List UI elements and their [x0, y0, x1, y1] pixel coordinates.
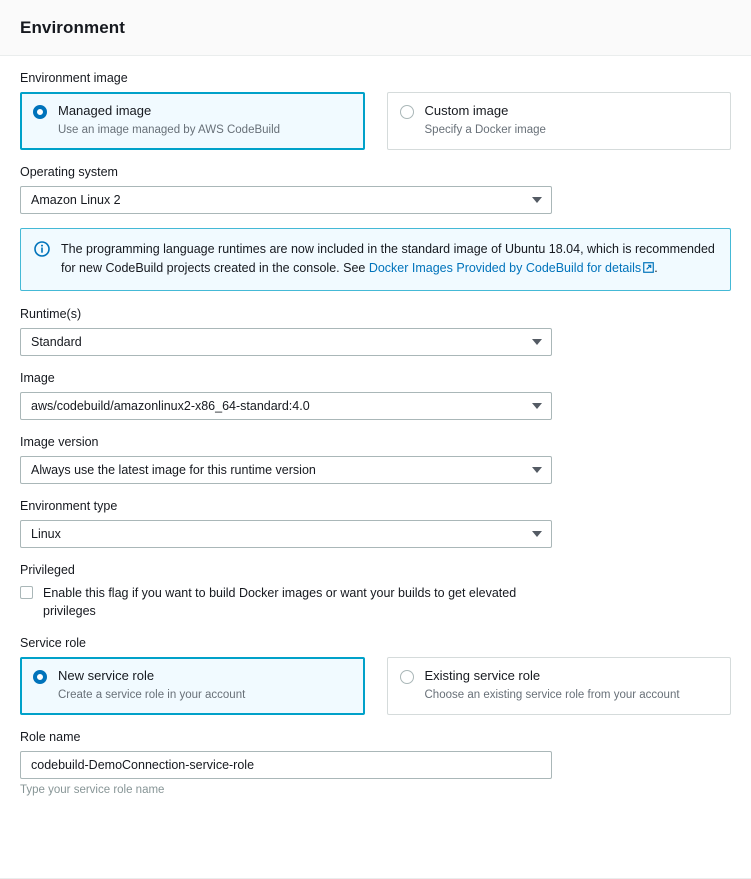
- privileged-checkbox-row[interactable]: Enable this flag if you want to build Do…: [20, 584, 731, 622]
- option-title: New service role: [58, 668, 155, 684]
- operating-system-select[interactable]: Amazon Linux 2: [20, 185, 552, 214]
- environment-image-label: Environment image: [20, 71, 128, 85]
- runtimes-value: Standard: [31, 335, 82, 350]
- image-version-label: Image version: [20, 435, 99, 450]
- environment-type-value: Linux: [31, 526, 61, 541]
- radio-new-service-role[interactable]: [33, 670, 47, 685]
- runtimes-label: Runtime(s): [20, 307, 82, 322]
- role-name-field: Role name codebuild-DemoConnection-servi…: [20, 729, 731, 796]
- radio-custom-image[interactable]: [399, 104, 414, 119]
- role-name-hint: Type your service role name: [20, 783, 165, 796]
- environment-type-field: Environment type Linux: [20, 498, 731, 548]
- page-title: Environment: [20, 17, 126, 37]
- image-version-field: Image version Always use the latest imag…: [20, 434, 731, 484]
- panel-body: Environment image Managed image Use an i…: [0, 56, 751, 879]
- image-value: aws/codebuild/amazonlinux2-x86_64-standa…: [31, 399, 310, 414]
- privileged-label: Privileged: [20, 562, 75, 577]
- docker-images-link[interactable]: Docker Images Provided by CodeBuild for …: [369, 261, 641, 275]
- option-description: Choose an existing service role from you…: [424, 688, 680, 701]
- option-description: Create a service role in your account: [58, 688, 246, 701]
- image-version-value: Always use the latest image for this run…: [31, 462, 316, 477]
- option-title: Managed image: [58, 102, 152, 118]
- role-name-value: codebuild-DemoConnection-service-role: [31, 757, 255, 772]
- info-alert-text-after: .: [654, 260, 658, 275]
- chevron-down-icon: [532, 339, 542, 346]
- chevron-down-icon: [532, 466, 542, 473]
- privileged-checkbox-label: Enable this flag if you want to build Do…: [43, 585, 517, 619]
- chevron-down-icon: [532, 403, 542, 410]
- radio-managed-image[interactable]: [33, 104, 47, 119]
- service-role-field: Service role New service role Create a s…: [20, 635, 731, 715]
- image-field: Image aws/codebuild/amazonlinux2-x86_64-…: [20, 370, 731, 421]
- environment-type-select[interactable]: Linux: [20, 519, 552, 548]
- role-name-input[interactable]: codebuild-DemoConnection-service-role: [20, 750, 552, 779]
- privileged-checkbox[interactable]: [20, 585, 33, 599]
- privileged-field: Privileged Enable this flag if you want …: [20, 562, 731, 621]
- service-role-option-new[interactable]: New service role Create a service role i…: [20, 657, 365, 715]
- operating-system-value: Amazon Linux 2: [31, 192, 121, 207]
- option-title: Existing service role: [424, 668, 541, 684]
- environment-image-option-managed[interactable]: Managed image Use an image managed by AW…: [20, 91, 365, 150]
- service-role-option-existing[interactable]: Existing service role Choose an existing…: [386, 657, 731, 715]
- chevron-down-icon: [532, 530, 542, 537]
- environment-panel: Environment Environment image Managed im…: [0, 0, 751, 879]
- panel-header: Environment: [0, 0, 751, 56]
- operating-system-label: Operating system: [20, 164, 118, 179]
- operating-system-field: Operating system Amazon Linux 2: [20, 164, 731, 214]
- chevron-down-icon: [532, 196, 542, 203]
- environment-image-options: Managed image Use an image managed by AW…: [20, 91, 731, 150]
- option-title: Custom image: [424, 102, 509, 118]
- radio-existing-service-role[interactable]: [399, 670, 414, 685]
- option-description: Use an image managed by AWS CodeBuild: [58, 123, 281, 136]
- environment-type-label: Environment type: [20, 498, 118, 513]
- service-role-options: New service role Create a service role i…: [20, 657, 731, 715]
- service-role-label: Service role: [20, 636, 86, 651]
- role-name-label: Role name: [20, 729, 81, 744]
- info-alert: The programming language runtimes are no…: [20, 227, 731, 292]
- runtimes-field: Runtime(s) Standard: [20, 306, 731, 357]
- image-label: Image: [20, 371, 55, 386]
- environment-image-option-custom[interactable]: Custom image Specify a Docker image: [386, 91, 731, 150]
- image-version-select[interactable]: Always use the latest image for this run…: [20, 455, 552, 484]
- info-alert-text: The programming language runtimes are no…: [61, 240, 716, 279]
- environment-image-field: Environment image Managed image Use an i…: [20, 70, 731, 150]
- option-description: Specify a Docker image: [424, 123, 546, 136]
- external-link-icon: [643, 260, 655, 273]
- info-icon: [34, 240, 50, 257]
- image-select[interactable]: aws/codebuild/amazonlinux2-x86_64-standa…: [20, 392, 552, 421]
- runtimes-select[interactable]: Standard: [20, 328, 552, 357]
